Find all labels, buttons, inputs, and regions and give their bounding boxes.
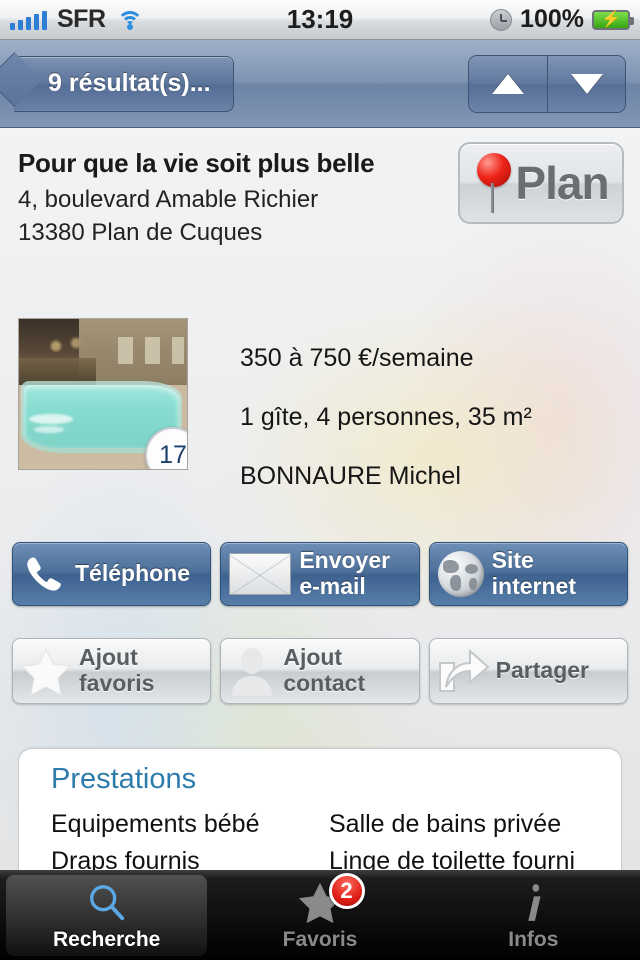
back-button-label: 9 résultat(s)... [48,69,211,97]
tab-favoris-label: Favoris [282,927,358,951]
email-label-line1: Envoyer [299,547,391,574]
contact-label-line2: contact [283,670,366,696]
phone-button[interactable]: Téléphone [12,542,212,606]
map-button[interactable]: Plan [458,142,624,224]
website-button-label: Site internet [491,547,576,600]
person-icon [227,646,277,696]
add-contact-label: Ajout contact [283,644,366,697]
add-contact-button[interactable]: Ajout contact [220,638,420,704]
website-label-line1: Site [491,547,534,574]
favorite-label-line1: Ajout [79,644,138,671]
listing-summary: 17 350 à 750 €/semaine 1 gîte, 4 personn… [0,318,640,491]
tab-bar: Recherche 2 Favoris Infos [0,870,640,960]
prestations-panel[interactable]: Prestations Equipements bébé Salle de ba… [18,748,622,870]
map-pin-icon [473,151,513,215]
info-icon [517,880,549,926]
listing-details: 350 à 750 €/semaine 1 gîte, 4 personnes,… [188,318,532,491]
owner-text: BONNAURE Michel [240,462,461,490]
wifi-icon [116,9,144,31]
prestation-item: Salle de bains privée [329,810,562,838]
prev-next-segmented-control [468,54,626,113]
previous-result-button[interactable] [469,55,547,112]
phone-button-label: Téléphone [75,560,191,587]
secondary-action-row: Ajout favoris Ajout contact Partager [0,638,640,704]
triangle-up-icon [492,73,524,94]
share-icon [436,647,490,695]
prestation-item: Equipements bébé [51,810,260,838]
contact-label-line1: Ajout [283,644,343,671]
clock-icon [490,8,513,31]
triangle-down-icon [570,73,603,94]
prestation-item: Linge de toilette fourni [329,847,576,870]
primary-action-row: Téléphone Envoyer e-mail Site internet [0,542,640,606]
website-button[interactable]: Site internet [428,542,628,606]
favoris-badge: 2 [328,873,365,909]
star-icon [19,646,73,696]
add-favorite-button[interactable]: Ajout favoris [12,638,212,704]
tab-infos[interactable]: Infos [427,871,640,960]
listing-photo[interactable]: 17 [18,318,188,470]
next-result-button[interactable] [547,55,625,112]
map-button-label: Plan [515,157,609,209]
app-screen: SFR 13:19 100% ⚡ 9 résultat(s)... Pour q… [0,0,640,960]
status-bar: SFR 13:19 100% ⚡ [0,0,640,40]
price-text: 350 à 750 €/semaine [240,344,474,372]
website-label-line2: internet [491,573,576,599]
envelope-icon [229,553,292,595]
detail-content: Pour que la vie soit plus belle 4, boule… [0,128,640,870]
email-button[interactable]: Envoyer e-mail [220,542,420,606]
email-label-line2: e-mail [299,573,366,599]
signal-bars-icon [10,10,47,30]
prestations-heading: Prestations [51,763,197,795]
globe-icon [437,551,484,597]
tab-recherche-label: Recherche [52,927,161,951]
tab-favoris[interactable]: 2 Favoris [213,871,426,960]
email-button-label: Envoyer e-mail [299,547,391,600]
prestations-row: Draps fournis Linge de toilette fourni [19,847,621,870]
tab-infos-label: Infos [508,927,559,951]
favorite-label-line2: favoris [79,670,155,696]
share-button[interactable]: Partager [428,638,628,704]
share-button-label: Partager [495,657,589,684]
back-button[interactable]: 9 résultat(s)... [14,55,234,112]
add-favorite-label: Ajout favoris [79,644,155,697]
magnifier-icon [86,880,128,926]
battery-charging-icon: ⚡ [592,9,634,30]
tab-recherche[interactable]: Recherche [0,871,213,960]
prestations-row: Equipements bébé Salle de bains privée [19,810,621,839]
battery-percent-label: 100% [520,5,584,33]
phone-icon [21,551,67,597]
prestation-item: Draps fournis [51,847,200,870]
carrier-label: SFR [57,5,106,33]
navigation-bar: 9 résultat(s)... [0,40,640,128]
capacity-text: 1 gîte, 4 personnes, 35 m² [240,403,532,431]
